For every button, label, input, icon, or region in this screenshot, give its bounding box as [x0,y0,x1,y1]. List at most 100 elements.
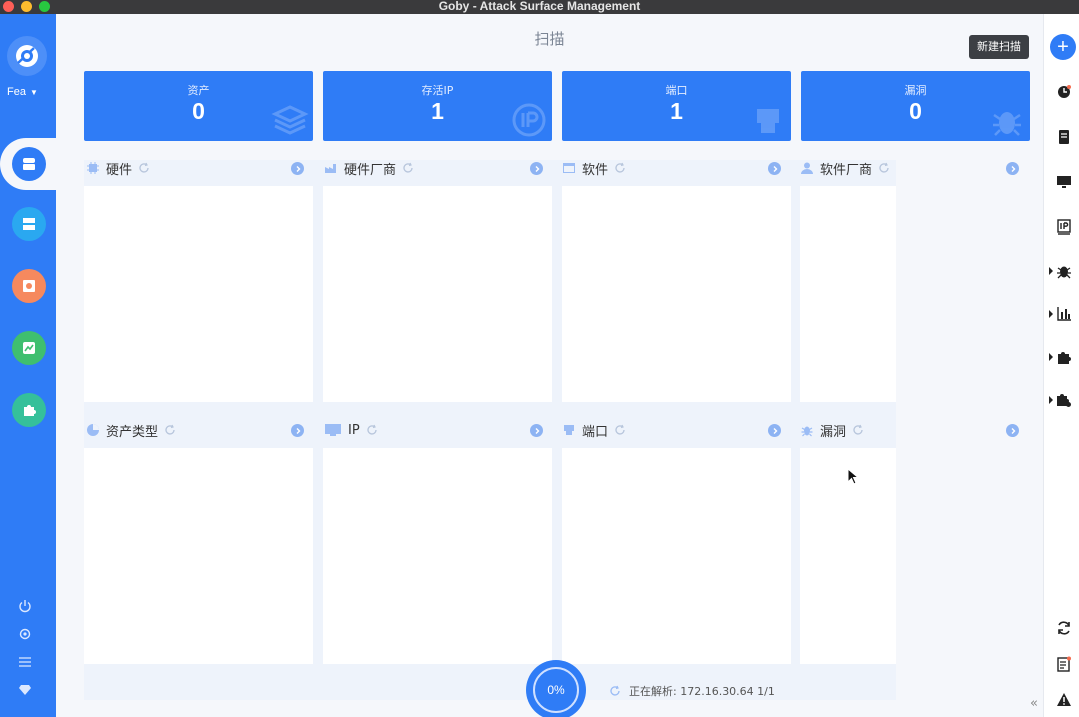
stat-label: 端口 [665,84,688,97]
panel-title: 硬件厂商 [344,162,397,178]
caret-right-icon [1049,396,1053,404]
refresh-icon[interactable] [852,424,864,436]
caret-right-icon [1049,310,1053,318]
panel-arrow-hardware-vendor[interactable] [530,162,543,175]
main-content: 扫描 新建扫描 资产 0 存活IP 1 端口 1 漏洞 0 硬件 硬件厂商 软件… [56,14,1043,717]
window-icon [563,163,575,173]
panel-arrow-software-vendor[interactable] [1006,162,1019,175]
stat-label: 存活IP [421,84,454,97]
scan-progress[interactable]: 0% [526,660,586,717]
stat-label: 资产 [187,84,210,97]
panel-header-vulnerability: 漏洞 [800,419,864,441]
nav-scan[interactable] [12,147,46,181]
port-icon [757,109,779,133]
refresh-icon[interactable] [164,424,176,436]
refresh-icon[interactable] [138,162,150,174]
chevron-right-icon [296,165,300,172]
puzzle-icon[interactable] [1056,349,1072,365]
panel-header-software: 软件 [562,157,626,179]
pie-icon [87,424,99,436]
chevron-right-icon [296,427,300,434]
bug-icon[interactable] [1056,263,1072,279]
panel-arrow-software[interactable] [768,162,781,175]
user-menu[interactable]: Fea ▼ [7,86,38,98]
menu-icon[interactable] [17,654,33,670]
panel-software-vendor [800,186,896,402]
sync-icon[interactable] [1056,620,1072,636]
monitor-icon [325,424,341,436]
stat-card-alive-ip[interactable]: 存活IP 1 [323,71,552,141]
ip-icon[interactable] [1056,219,1072,235]
layers-icon [271,105,309,135]
panel-arrow-port[interactable] [768,424,781,437]
stat-card-assets[interactable]: 资产 0 [84,71,313,141]
parsing-status-text: 正在解析: 172.16.30.64 1/1 [629,685,775,698]
panel-title: 资产类型 [106,424,159,440]
panel-arrow-hardware[interactable] [291,162,304,175]
diamond-icon[interactable] [17,682,33,698]
chevron-right-icon [1011,427,1015,434]
new-scan-tooltip: 新建扫描 [969,35,1029,59]
stat-label: 漏洞 [904,84,927,97]
panel-arrow-vulnerability[interactable] [1006,424,1019,437]
chevron-right-icon [1011,165,1015,172]
monitor-icon[interactable] [1056,174,1072,190]
server-icon [23,218,35,230]
caret-right-icon [1049,353,1053,361]
scan-progress-label: 0% [533,667,579,713]
mouse-cursor-icon [847,468,859,485]
chevron-right-icon [773,165,777,172]
power-icon[interactable] [17,598,33,614]
bar-chart-icon[interactable] [1056,306,1072,322]
stat-card-vulns[interactable]: 漏洞 0 [801,71,1030,141]
history-icon[interactable] [1056,84,1072,100]
stat-card-ports[interactable]: 端口 1 [562,71,791,141]
nav-statistics[interactable] [12,331,46,365]
refresh-icon[interactable] [614,424,626,436]
nav-assets[interactable] [12,207,46,241]
collapse-panel-icon[interactable]: « [1030,696,1038,711]
panel-ip [323,448,552,664]
goby-logo-icon [7,36,47,76]
panel-title: 硬件 [106,162,133,178]
report-icon[interactable] [1056,129,1072,145]
parsing-status: 正在解析: 172.16.30.64 1/1 [609,683,775,699]
new-scan-button[interactable]: + [1050,34,1076,60]
caret-right-icon [1049,267,1053,275]
chip-icon [87,162,99,174]
bug-icon [801,426,813,437]
panel-arrow-asset-type[interactable] [291,424,304,437]
panel-title: 端口 [582,424,609,440]
refresh-icon[interactable] [614,162,626,174]
gear-icon[interactable] [17,626,33,642]
warning-icon[interactable] [1056,692,1072,708]
panel-hardware [84,186,313,402]
chevron-right-icon [773,427,777,434]
window-titlebar: Goby - Attack Surface Management [0,0,1079,14]
user-name: Fea [7,86,26,98]
nav-vulnerabilities[interactable] [12,269,46,303]
puzzle-icon [24,405,36,416]
user-icon [801,162,813,174]
panel-software [562,186,791,402]
nav-extensions[interactable] [12,393,46,427]
refresh-icon[interactable] [366,424,378,436]
panel-arrow-ip[interactable] [530,424,543,437]
right-toolbar: + [1043,14,1079,717]
chart-icon [23,342,35,354]
refresh-icon[interactable] [402,162,414,174]
panel-title: IP [348,422,360,438]
panel-title: 漏洞 [820,424,847,440]
chevron-down-icon: ▼ [29,87,38,97]
panel-port [562,448,791,664]
chevron-right-icon [535,427,539,434]
refresh-icon[interactable] [878,162,890,174]
plugin-settings-icon[interactable] [1056,392,1072,408]
port-icon [564,425,574,435]
scan-icon [23,158,35,170]
log-icon[interactable] [1056,656,1072,672]
bug-icon [993,112,1021,136]
chevron-right-icon [535,165,539,172]
panel-header-port: 端口 [562,419,626,441]
panel-title: 软件厂商 [820,162,873,178]
